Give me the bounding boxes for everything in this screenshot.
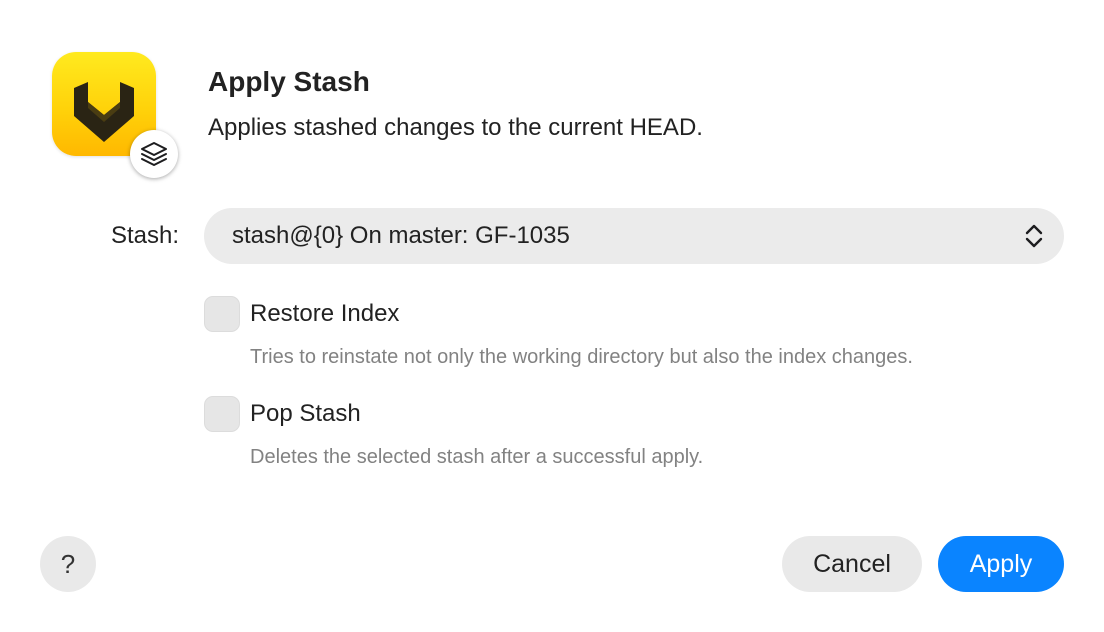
stash-label: Stash: [111, 222, 180, 249]
layers-icon [130, 130, 178, 178]
restore-index-checkbox[interactable] [204, 296, 240, 332]
dialog-subtitle: Applies stashed changes to the current H… [208, 114, 703, 141]
restore-index-label[interactable]: Restore Index [250, 300, 399, 328]
pop-stash-checkbox[interactable] [204, 396, 240, 432]
cancel-button[interactable]: Cancel [782, 536, 922, 592]
pop-stash-label[interactable]: Pop Stash [250, 400, 361, 428]
apply-stash-dialog: Apply Stash Applies stashed changes to t… [0, 0, 1104, 632]
pop-stash-description: Deletes the selected stash after a succe… [250, 446, 704, 468]
restore-index-description: Tries to reinstate not only the working … [250, 346, 913, 368]
dialog-title: Apply Stash [208, 66, 370, 97]
stash-select[interactable]: stash@{0} On master: GF-1035 [204, 208, 1064, 264]
help-button[interactable]: ? [40, 536, 96, 592]
stash-selected-value: stash@{0} On master: GF-1035 [232, 222, 570, 249]
apply-button[interactable]: Apply [938, 536, 1064, 592]
up-down-chevron-icon [1025, 224, 1043, 248]
